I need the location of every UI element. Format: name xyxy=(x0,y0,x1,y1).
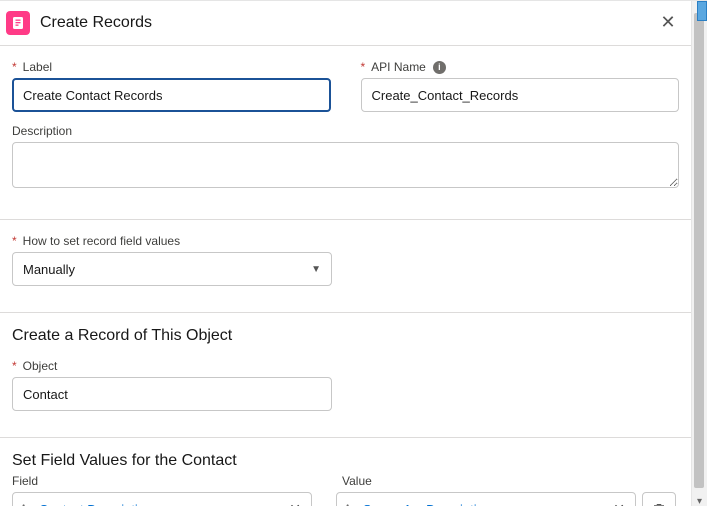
create-records-icon xyxy=(6,11,30,35)
fieldvalues-heading: Set Field Values for the Contact xyxy=(0,438,691,474)
field-col-label: Field xyxy=(12,474,342,488)
chevron-down-icon: ▼ xyxy=(311,264,321,275)
scroll-down-icon[interactable]: ▾ xyxy=(692,495,707,506)
howto-select[interactable]: Manually ▼ xyxy=(12,252,332,286)
text-type-icon: Aa xyxy=(19,501,33,506)
dialog-header: Create Records ✕ xyxy=(0,1,691,46)
label-field-label: Label xyxy=(12,60,331,74)
delete-row-button[interactable] xyxy=(642,492,676,506)
value-col-label: Value xyxy=(342,474,679,488)
dialog-viewport: Create Records ✕ Label API Name i Descri… xyxy=(0,0,707,506)
remove-value-icon[interactable]: ✕ xyxy=(609,501,629,506)
api-name-input[interactable] xyxy=(361,78,680,112)
api-name-label-text: API Name xyxy=(371,60,426,74)
howto-value: Manually xyxy=(23,262,75,277)
field-pill-input[interactable]: Aa Contact Description ✕ xyxy=(12,492,312,506)
fieldvalue-row: Aa Contact Description ✕ ← Aa Screen1 > … xyxy=(0,492,691,506)
remove-field-icon[interactable]: ✕ xyxy=(285,501,305,506)
basic-info-section: Label API Name i Description xyxy=(0,46,691,197)
close-icon[interactable]: ✕ xyxy=(657,12,679,34)
description-textarea[interactable] xyxy=(12,142,679,188)
text-type-icon: Aa xyxy=(343,501,357,506)
trash-icon xyxy=(652,502,666,506)
api-name-label: API Name i xyxy=(361,60,680,74)
scrollbar-thumb[interactable] xyxy=(694,13,704,488)
label-input[interactable] xyxy=(12,78,331,112)
arrow-left-icon: ← xyxy=(312,500,336,506)
description-label: Description xyxy=(12,124,679,138)
fieldvalues-header-row: Field Value xyxy=(0,474,691,492)
side-tab-handle[interactable] xyxy=(697,1,707,21)
object-section: Object xyxy=(0,349,691,415)
field-pill-text: Contact Description xyxy=(39,502,279,506)
dialog-title: Create Records xyxy=(40,14,657,32)
object-input[interactable] xyxy=(12,377,332,411)
object-section-heading: Create a Record of This Object xyxy=(0,313,691,349)
howto-section: How to set record field values Manually … xyxy=(0,220,691,290)
info-icon[interactable]: i xyxy=(433,61,446,74)
value-pill-input[interactable]: Aa Screen1 > Description ✕ xyxy=(336,492,636,506)
vertical-scrollbar[interactable]: ▴ ▾ xyxy=(691,1,707,506)
dialog-main: Create Records ✕ Label API Name i Descri… xyxy=(0,1,691,506)
object-label: Object xyxy=(12,359,679,373)
value-pill-text: Screen1 > Description xyxy=(363,502,603,506)
howto-label: How to set record field values xyxy=(12,234,679,248)
